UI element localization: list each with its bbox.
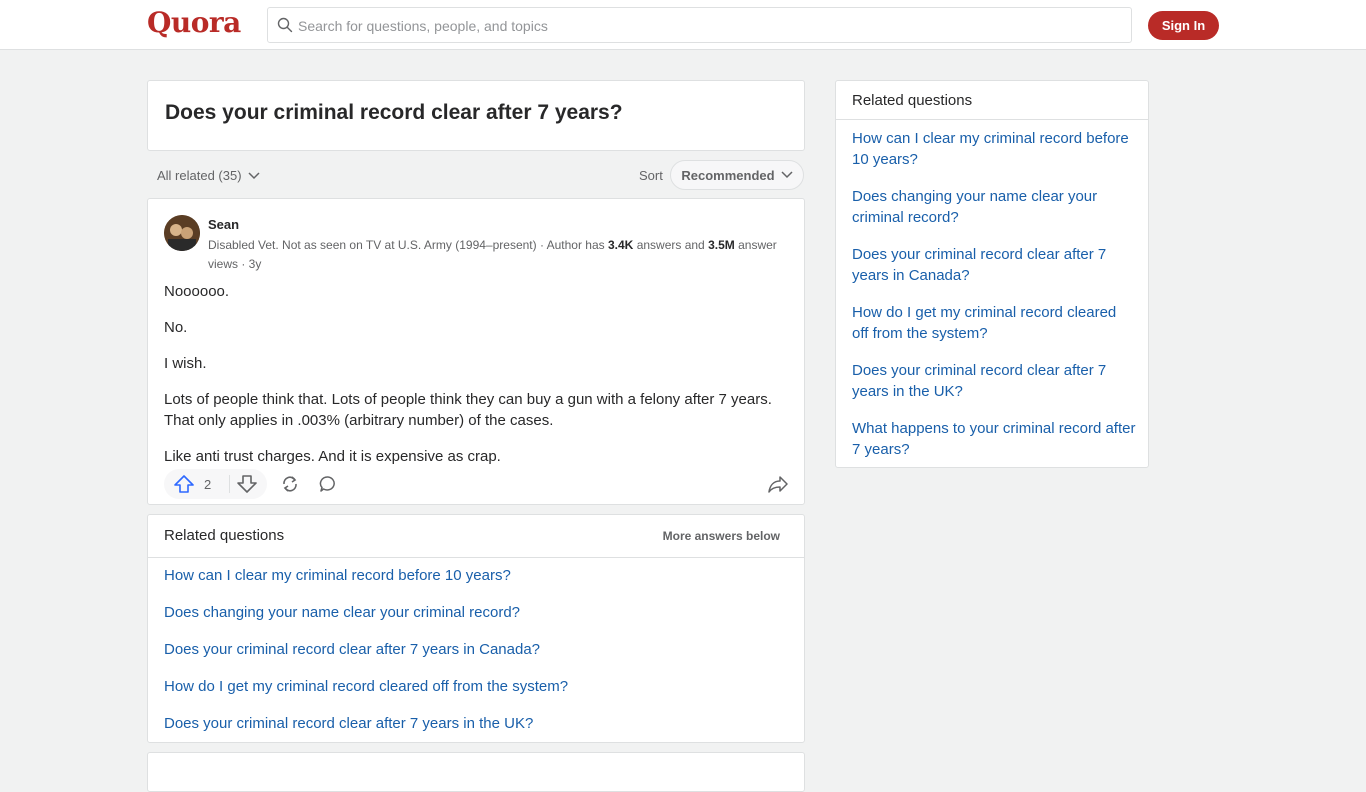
more-answers-below-label: More answers below	[662, 529, 780, 543]
answer-paragraph: No.	[164, 319, 188, 336]
comment-icon[interactable]	[319, 475, 337, 493]
sidebar-question-item: Does your criminal record clear after 7 …	[852, 244, 1136, 302]
related-question-link[interactable]: Does your criminal record clear after 7 …	[164, 715, 533, 732]
answer-paragraph: Noooooo.	[164, 283, 230, 300]
all-related-dropdown[interactable]: All related (35)	[157, 168, 260, 183]
upvote-icon[interactable]	[174, 475, 194, 493]
sidebar-header: Related questions	[836, 81, 1148, 120]
related-questions-header: Related questions More answers below	[148, 515, 804, 558]
related-question-item: Does changing your name clear your crimi…	[164, 604, 568, 641]
author-name[interactable]: Sean	[208, 217, 239, 232]
credential-prefix: Disabled Vet. Not as seen on TV at U.S. …	[208, 238, 608, 252]
avatar[interactable]	[164, 215, 200, 251]
all-related-label: All related (35)	[157, 168, 242, 183]
reshare-icon[interactable]	[280, 475, 300, 493]
downvote-icon[interactable]	[237, 475, 257, 493]
sidebar-question-item: Does your criminal record clear after 7 …	[852, 360, 1136, 418]
related-questions-title: Related questions	[164, 527, 285, 544]
sidebar-question-link[interactable]: Does your criminal record clear after 7 …	[852, 246, 1106, 284]
sort-dropdown[interactable]: Recommended	[670, 160, 804, 190]
related-questions-list: How can I clear my criminal record befor…	[164, 567, 568, 752]
share-forward-icon[interactable]	[768, 475, 788, 493]
author-credential: Disabled Vet. Not as seen on TV at U.S. …	[208, 236, 788, 274]
question-title: Does your criminal record clear after 7 …	[165, 101, 623, 124]
sidebar-question-item: Does changing your name clear your crimi…	[852, 186, 1136, 244]
answers-count: 3.4K	[608, 238, 634, 252]
sidebar-related-questions: Related questions How can I clear my cri…	[835, 80, 1149, 468]
sidebar-question-link[interactable]: How can I clear my criminal record befor…	[852, 130, 1129, 168]
sidebar-question-link[interactable]: How do I get my criminal record cleared …	[852, 304, 1116, 342]
related-question-link[interactable]: How can I clear my criminal record befor…	[164, 567, 511, 584]
related-questions-inline: Related questions More answers below How…	[147, 514, 805, 743]
sidebar-question-list: How can I clear my criminal record befor…	[852, 128, 1136, 476]
sidebar-question-item: How can I clear my criminal record befor…	[852, 128, 1136, 186]
chevron-down-icon	[248, 171, 260, 179]
search-input[interactable]	[296, 8, 1120, 44]
sort-label: Sort	[639, 168, 663, 183]
quora-logo[interactable]: Quora	[147, 6, 241, 39]
related-question-link[interactable]: Does your criminal record clear after 7 …	[164, 641, 540, 658]
related-question-item: How can I clear my criminal record befor…	[164, 567, 568, 604]
question-card: Does your criminal record clear after 7 …	[147, 80, 805, 151]
related-question-item: Does your criminal record clear after 7 …	[164, 641, 568, 678]
upvote-count: 2	[204, 477, 212, 492]
sidebar-title: Related questions	[852, 92, 973, 109]
answer-filter-bar: All related (35) Sort Recommended	[147, 158, 805, 192]
answer-card: Sean Disabled Vet. Not as seen on TV at …	[147, 198, 805, 505]
avatar-photo-icon	[164, 215, 200, 251]
sidebar-question-link[interactable]: What happens to your criminal record aft…	[852, 420, 1135, 458]
answer-paragraph: Like anti trust charges. And it is expen…	[164, 448, 501, 465]
answer-actions: 2	[164, 469, 790, 499]
answer-body: Noooooo. No. I wish. Lots of people thin…	[164, 281, 784, 482]
top-header: Quora Sign In	[0, 0, 1366, 50]
related-question-link[interactable]: How do I get my criminal record cleared …	[164, 678, 568, 695]
chevron-down-icon	[781, 171, 793, 179]
vote-divider	[229, 475, 230, 493]
related-question-item: Does your criminal record clear after 7 …	[164, 715, 568, 752]
related-question-item: How do I get my criminal record cleared …	[164, 678, 568, 715]
sidebar-question-item: What happens to your criminal record aft…	[852, 418, 1136, 476]
answer-paragraph: I wish.	[164, 355, 207, 372]
next-answer-card	[147, 752, 805, 792]
related-question-link[interactable]: Does changing your name clear your crimi…	[164, 604, 520, 621]
search-icon	[277, 17, 293, 33]
views-count: 3.5M	[708, 238, 735, 252]
search-bar[interactable]	[267, 7, 1132, 44]
answer-paragraph: Lots of people think that. Lots of peopl…	[164, 391, 772, 429]
vote-pill: 2	[164, 469, 267, 499]
sign-in-button[interactable]: Sign In	[1148, 11, 1219, 40]
sidebar-question-link[interactable]: Does changing your name clear your crimi…	[852, 188, 1097, 226]
sidebar-question-link[interactable]: Does your criminal record clear after 7 …	[852, 362, 1106, 400]
sidebar-question-item: How do I get my criminal record cleared …	[852, 302, 1136, 360]
sort-value: Recommended	[681, 167, 775, 183]
credential-mid: answers and	[633, 238, 709, 252]
